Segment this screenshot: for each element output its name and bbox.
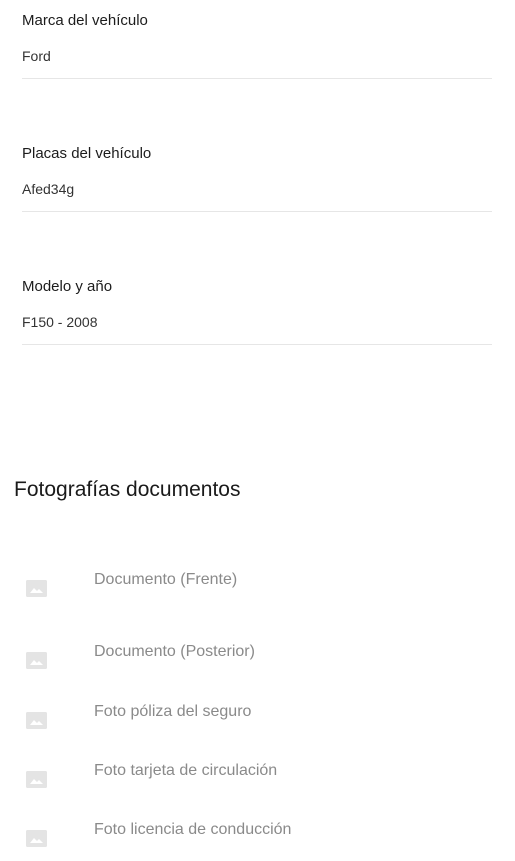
documents-section-title: Fotografías documentos — [14, 478, 241, 501]
vehicle-model-label: Modelo y año — [22, 278, 113, 295]
image-placeholder-icon — [26, 580, 47, 597]
insurance-policy-photo-item[interactable]: Foto póliza del seguro — [0, 703, 515, 743]
document-front-item[interactable]: Documento (Frente) — [0, 571, 515, 611]
vehicle-plates-value[interactable]: Afed34g — [22, 181, 74, 197]
driver-license-photo-label: Foto licencia de conducción — [94, 821, 292, 838]
circulation-card-photo-label: Foto tarjeta de circulación — [94, 762, 278, 779]
field-underline — [22, 211, 492, 212]
vehicle-brand-value[interactable]: Ford — [22, 48, 51, 64]
insurance-policy-photo-label: Foto póliza del seguro — [94, 703, 252, 720]
image-placeholder-icon — [26, 830, 47, 847]
circulation-card-photo-item[interactable]: Foto tarjeta de circulación — [0, 762, 515, 802]
vehicle-plates-label: Placas del vehículo — [22, 145, 152, 162]
field-underline — [22, 344, 492, 345]
document-back-label: Documento (Posterior) — [94, 643, 255, 660]
field-underline — [22, 78, 492, 79]
driver-license-photo-item[interactable]: Foto licencia de conducción — [0, 821, 515, 861]
vehicle-model-value[interactable]: F150 - 2008 — [22, 314, 98, 330]
document-front-label: Documento (Frente) — [94, 571, 238, 588]
image-placeholder-icon — [26, 771, 47, 788]
image-placeholder-icon — [26, 712, 47, 729]
document-back-item[interactable]: Documento (Posterior) — [0, 643, 515, 683]
vehicle-brand-label: Marca del vehículo — [22, 12, 148, 29]
image-placeholder-icon — [26, 652, 47, 669]
